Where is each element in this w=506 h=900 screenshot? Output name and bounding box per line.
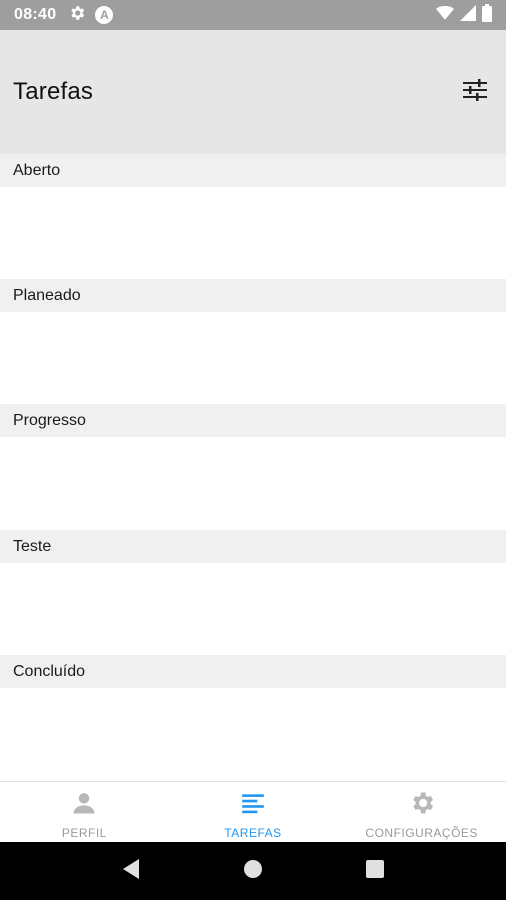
section-header-teste: Teste [0, 530, 506, 563]
wifi-icon [436, 5, 454, 26]
home-button[interactable] [233, 851, 273, 891]
status-left-icons: A [68, 4, 114, 27]
section-label: Teste [13, 537, 52, 555]
person-icon [69, 788, 99, 818]
section-label: Progresso [13, 411, 86, 429]
signal-icon [460, 4, 476, 26]
system-navigation-bar [0, 842, 506, 900]
page-title: Tarefas [13, 78, 94, 105]
recents-button[interactable] [355, 851, 395, 891]
section-header-progresso: Progresso [0, 404, 506, 437]
nav-label-configuracoes: CONFIGURAÇÕES [365, 826, 478, 840]
section-header-planeado: Planeado [0, 279, 506, 312]
settings-icon [68, 4, 86, 27]
list-icon [238, 788, 268, 818]
nav-label-tarefas: TAREFAS [224, 826, 282, 840]
section-list-progresso [0, 437, 506, 530]
a-badge-icon: A [95, 6, 114, 24]
nav-label-perfil: PERFIL [61, 826, 107, 840]
section-list-teste [0, 563, 506, 655]
status-time: 08:40 [14, 6, 57, 23]
section-list-aberto [0, 187, 506, 279]
nav-item-tarefas[interactable]: TAREFAS [169, 782, 338, 842]
status-right-icons [436, 3, 492, 27]
section-label: Concluído [13, 662, 86, 680]
section-label: Aberto [13, 161, 61, 179]
section-list-planeado [0, 312, 506, 404]
app-bar: Tarefas [0, 30, 506, 154]
section-header-concluido: Concluído [0, 655, 506, 688]
battery-icon [482, 3, 492, 27]
nav-item-perfil[interactable]: PERFIL [0, 782, 169, 842]
status-bar: 08:40 A [0, 0, 506, 30]
home-icon [243, 859, 263, 884]
back-icon [121, 858, 141, 885]
filter-button[interactable] [457, 74, 493, 110]
gear-icon [407, 788, 437, 818]
section-list-concluido [0, 688, 506, 781]
recents-icon [366, 859, 384, 883]
section-label: Planeado [13, 286, 81, 304]
tune-icon [462, 78, 488, 107]
back-button[interactable] [111, 851, 151, 891]
nav-item-configuracoes[interactable]: CONFIGURAÇÕES [337, 782, 506, 842]
section-header-aberto: Aberto [0, 154, 506, 187]
bottom-navigation: PERFIL TAREFAS CONFIGURAÇÕES [0, 781, 506, 842]
